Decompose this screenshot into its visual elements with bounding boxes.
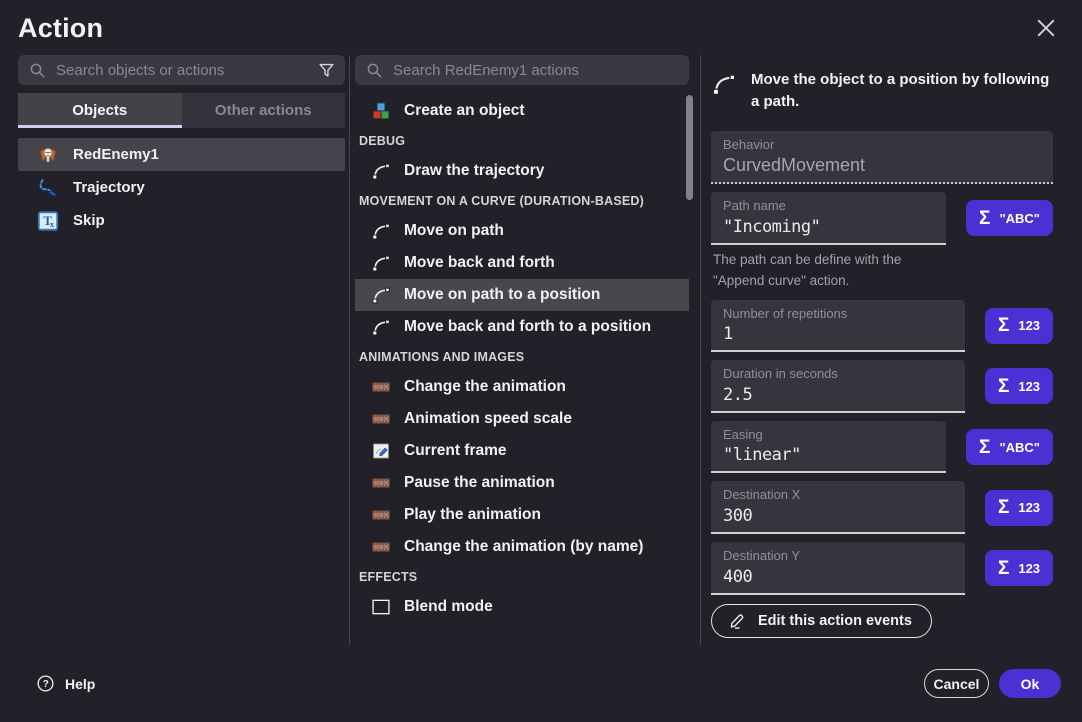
behavior-value: CurvedMovement [723, 155, 1041, 176]
action-item-move-back-and-forth[interactable]: Move back and forth [355, 247, 689, 279]
destination-x-expression-button[interactable]: Σ 123 [985, 490, 1053, 526]
repetitions-field[interactable]: Number of repetitions 1 [711, 300, 965, 353]
destination-y-field[interactable]: Destination Y 400 [711, 542, 965, 595]
duration-expression-button[interactable]: Σ 123 [985, 368, 1053, 404]
action-item-play-the-animation[interactable]: Play the animation [355, 499, 689, 531]
sigma-icon: Σ [998, 377, 1009, 396]
action-item-change-the-animation-by-name[interactable]: Change the animation (by name) [355, 531, 689, 563]
close-button[interactable] [1034, 16, 1058, 40]
sigma-icon: Σ [979, 209, 990, 228]
frame-icon [371, 441, 391, 461]
objects-panel: Objects Other actions RedEnemy1 Trajecto… [18, 55, 345, 645]
film-icon [371, 409, 391, 429]
category-header-animations: ANIMATIONS AND IMAGES [355, 343, 689, 371]
curve-icon [371, 161, 391, 181]
destination-y-expression-button[interactable]: Σ 123 [985, 550, 1053, 586]
action-item-blend-mode[interactable]: Blend mode [355, 591, 689, 623]
objects-list: RedEnemy1 Trajectory Skip [18, 138, 345, 237]
help-button[interactable]: Help [36, 674, 95, 693]
curve-icon [711, 71, 737, 97]
panel-divider [700, 55, 701, 645]
path-name-helper-text: The path can be define with the "Append … [713, 250, 951, 292]
action-item-draw-the-trajectory[interactable]: Draw the trajectory [355, 155, 689, 187]
objects-search-bar [18, 55, 345, 85]
close-icon [1034, 16, 1058, 40]
search-icon [29, 62, 46, 79]
object-item-redenemy1[interactable]: RedEnemy1 [18, 138, 345, 171]
dialog-content: Objects Other actions RedEnemy1 Trajecto… [0, 55, 1082, 645]
pencil-icon [728, 611, 747, 630]
tab-objects[interactable]: Objects [18, 93, 182, 128]
actions-search-bar [355, 55, 689, 85]
easing-field[interactable]: Easing "linear" [711, 421, 946, 474]
dialog-title: Action [18, 13, 1082, 44]
objects-search-input[interactable] [56, 62, 318, 79]
behavior-label: Behavior [723, 137, 1041, 153]
easing-expression-button[interactable]: Σ "ABC" [966, 429, 1053, 465]
trajectory-curve-icon [37, 177, 59, 199]
film-icon [371, 537, 391, 557]
action-item-move-on-path[interactable]: Move on path [355, 215, 689, 247]
cancel-button[interactable]: Cancel [924, 669, 989, 698]
text-object-icon [37, 210, 59, 232]
film-icon [371, 505, 391, 525]
red-enemy-sprite-icon [37, 144, 59, 166]
object-tabs: Objects Other actions [18, 93, 345, 128]
parameters-panel: Move the object to a position by followi… [711, 55, 1082, 645]
action-description: Move the object to a position by followi… [711, 69, 1053, 113]
action-item-animation-speed-scale[interactable]: Animation speed scale [355, 403, 689, 435]
panel-divider [349, 55, 350, 645]
blend-icon [371, 597, 391, 617]
help-icon [36, 674, 55, 693]
path-name-field[interactable]: Path name "Incoming" [711, 192, 946, 245]
category-header-debug: DEBUG [355, 127, 689, 155]
tab-other-actions[interactable]: Other actions [182, 93, 346, 128]
sigma-icon: Σ [998, 316, 1009, 335]
sigma-icon: Σ [998, 559, 1009, 578]
category-header-effects: EFFECTS [355, 563, 689, 591]
filter-icon[interactable] [318, 62, 335, 79]
behavior-field: Behavior CurvedMovement [711, 131, 1053, 185]
action-item-move-back-and-forth-to-a-position[interactable]: Move back and forth to a position [355, 311, 689, 343]
action-item-current-frame[interactable]: Current frame [355, 435, 689, 467]
action-item-change-the-animation[interactable]: Change the animation [355, 371, 689, 403]
category-header-movement: MOVEMENT ON A CURVE (DURATION-BASED) [355, 187, 689, 215]
curve-icon [371, 253, 391, 273]
actions-list: Create an object DEBUG Draw the trajecto… [355, 95, 689, 623]
path-name-expression-button[interactable]: Σ "ABC" [966, 200, 1053, 236]
curve-icon [371, 221, 391, 241]
actions-search-input[interactable] [393, 62, 679, 79]
actions-scrollbar[interactable] [686, 95, 693, 200]
dialog-header: Action [0, 0, 1082, 55]
action-item-pause-the-animation[interactable]: Pause the animation [355, 467, 689, 499]
object-item-skip[interactable]: Skip [18, 204, 345, 237]
action-item-create-an-object[interactable]: Create an object [355, 95, 689, 127]
curve-icon [371, 285, 391, 305]
dialog-footer: Help Cancel Ok [0, 645, 1082, 722]
repetitions-expression-button[interactable]: Σ 123 [985, 308, 1053, 344]
cubes-icon [371, 101, 391, 121]
curve-icon [371, 317, 391, 337]
action-item-move-on-path-to-a-position[interactable]: Move on path to a position [355, 279, 689, 311]
film-icon [371, 377, 391, 397]
film-icon [371, 473, 391, 493]
edit-action-events-button[interactable]: Edit this action events [711, 604, 932, 638]
duration-field[interactable]: Duration in seconds 2.5 [711, 360, 965, 413]
sigma-icon: Σ [998, 498, 1009, 517]
actions-panel: Create an object DEBUG Draw the trajecto… [355, 55, 689, 645]
sigma-icon: Σ [979, 438, 990, 457]
action-description-text: Move the object to a position by followi… [751, 69, 1053, 113]
destination-x-field[interactable]: Destination X 300 [711, 481, 965, 534]
search-icon [366, 62, 383, 79]
object-item-trajectory[interactable]: Trajectory [18, 171, 345, 204]
ok-button[interactable]: Ok [999, 669, 1061, 698]
